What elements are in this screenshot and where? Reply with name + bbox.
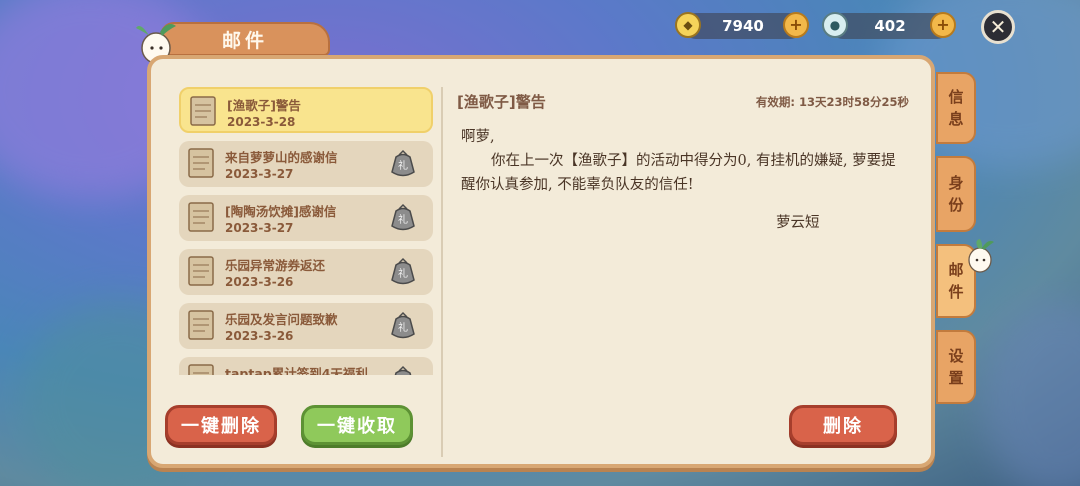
mail-item[interactable]: [陶陶汤饮摊]感谢信 2023-3-27 礼 — [179, 195, 433, 241]
mail-list[interactable]: [渔歌子]警告 2023-3-28 来自萝萝山的感谢信 2023-3-27 礼 … — [179, 87, 433, 375]
mail-item[interactable]: [渔歌子]警告 2023-3-28 — [179, 87, 433, 133]
mail-item[interactable]: 乐园及发言问题致歉 2023-3-26 礼 — [179, 303, 433, 349]
letter-icon — [188, 256, 214, 286]
gift-bag-icon: 礼 — [394, 365, 412, 375]
gift-bag-icon: 礼 — [391, 257, 415, 285]
svg-text:礼: 礼 — [398, 321, 408, 334]
collect-all-button[interactable]: 一键收取 — [301, 405, 413, 445]
mail-panel: [渔歌子]警告 2023-3-28 来自萝萝山的感谢信 2023-3-27 礼 … — [147, 55, 935, 468]
mail-title: taptap累计签到4天福利 — [225, 366, 368, 375]
mail-item[interactable]: taptap累计签到4天福利 礼 — [179, 357, 433, 375]
gift-bag-icon: 礼 — [391, 203, 415, 231]
mail-detail-title: [渔歌子]警告 — [457, 93, 546, 111]
gift-bag-icon: 礼 — [391, 311, 415, 339]
gem-amount: 402 — [874, 17, 906, 35]
mail-item[interactable]: 乐园异常游券返还 2023-3-26 礼 — [179, 249, 433, 295]
mail-title: 乐园及发言问题致歉 — [225, 312, 338, 327]
tab-identity[interactable]: 身份 — [936, 156, 976, 232]
delete-all-button[interactable]: 一键删除 — [165, 405, 277, 445]
mail-date: 2023-3-26 — [225, 275, 294, 289]
mail-body: 啊萝, 你在上一次【渔歌子】的活动中得分为0, 有挂机的嫌疑, 萝要提醒你认真参… — [461, 125, 901, 197]
radish-mascot-icon — [968, 239, 994, 273]
coin-counter: ◆ 7940 + — [675, 12, 809, 39]
mail-date: 2023-3-27 — [225, 167, 294, 181]
gift-bag-icon: 礼 — [391, 149, 415, 177]
letter-icon — [188, 148, 214, 178]
letter-icon — [188, 202, 214, 232]
mail-signature: 萝云短 — [776, 215, 820, 231]
coin-amount: 7940 — [722, 17, 764, 35]
mail-title: [陶陶汤饮摊]感谢信 — [225, 204, 337, 219]
add-gem-button[interactable]: + — [930, 12, 956, 38]
gem-icon: ● — [822, 12, 848, 38]
letter-icon — [188, 310, 214, 340]
delete-button[interactable]: 删除 — [789, 405, 897, 445]
svg-text:礼: 礼 — [398, 213, 408, 226]
tab-info[interactable]: 信息 — [936, 72, 976, 144]
page-title: 邮件 — [160, 22, 330, 56]
tab-settings[interactable]: 设置 — [936, 330, 976, 404]
svg-text:礼: 礼 — [398, 267, 408, 280]
mail-expiry: 有效期: 13天23时58分25秒 — [755, 95, 909, 109]
mail-date: 2023-3-26 — [225, 329, 294, 343]
coin-icon: ◆ — [675, 12, 701, 38]
gem-counter: ● 402 + — [822, 12, 956, 39]
mail-date: 2023-3-27 — [225, 221, 294, 235]
close-icon: ✕ — [989, 15, 1007, 39]
mail-item[interactable]: 来自萝萝山的感谢信 2023-3-27 礼 — [179, 141, 433, 187]
mail-date: 2023-3-28 — [227, 115, 296, 129]
mail-title: 乐园异常游券返还 — [225, 258, 326, 273]
mail-greeting: 啊萝, — [461, 129, 495, 145]
close-button[interactable]: ✕ — [981, 10, 1015, 44]
mail-title: [渔歌子]警告 — [227, 98, 301, 113]
add-coin-button[interactable]: + — [783, 12, 809, 38]
svg-text:礼: 礼 — [398, 159, 408, 172]
panel-divider — [441, 87, 443, 457]
letter-icon — [188, 364, 214, 375]
letter-icon — [190, 96, 216, 126]
mail-title: 来自萝萝山的感谢信 — [225, 150, 338, 165]
mail-paragraph: 你在上一次【渔歌子】的活动中得分为0, 有挂机的嫌疑, 萝要提醒你认真参加, 不… — [461, 153, 896, 193]
